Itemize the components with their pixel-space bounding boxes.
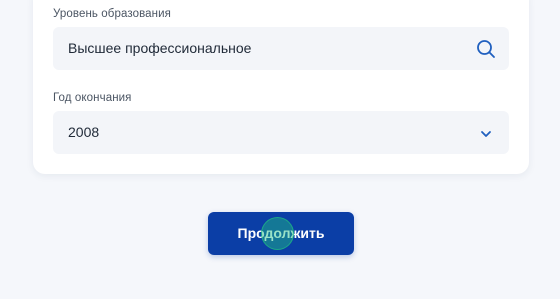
continue-button[interactable]: Продолжить [208,212,354,255]
search-icon[interactable] [475,38,497,60]
education-level-field[interactable]: Высшее профессиональное [53,27,509,70]
graduation-year-value: 2008 [68,124,100,140]
graduation-year-label: Год окончания [53,92,132,104]
graduation-year-select[interactable]: 2008 [53,111,509,154]
chevron-down-icon[interactable] [475,122,497,144]
education-level-label: Уровень образования [53,8,171,20]
education-form-card: Уровень образования Высшее профессиональ… [33,0,529,174]
education-level-value: Высшее профессиональное [68,40,252,56]
page: Уровень образования Высшее профессиональ… [0,0,560,299]
